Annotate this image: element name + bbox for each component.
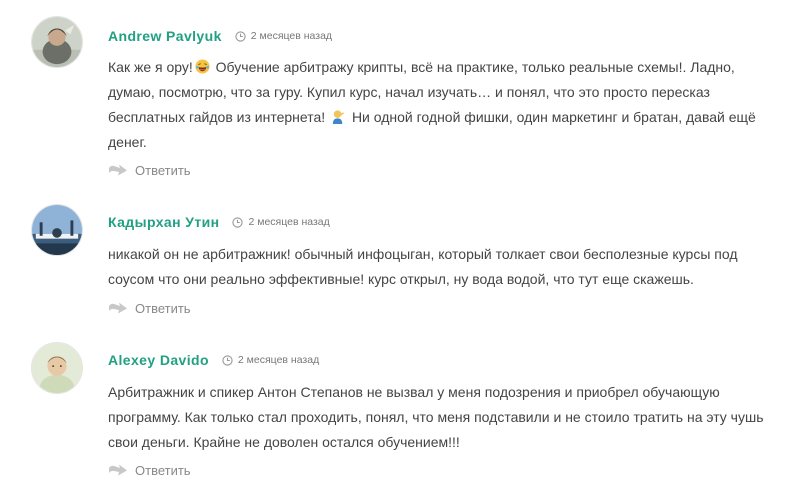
comment-meta: Andrew Pavlyuk 2 месяцев назад <box>108 26 332 46</box>
reply-arrow-icon <box>108 301 128 315</box>
comment-author[interactable]: Andrew Pavlyuk <box>108 28 222 44</box>
reply-label: Ответить <box>135 162 191 178</box>
comment-text-fragment: Как же я ору! <box>108 59 193 75</box>
comment-meta: Alexey Davido 2 месяцев назад <box>108 350 319 370</box>
comment-text-line: думаю, посмотрю, что за гуру. Купил курс… <box>108 84 710 100</box>
comment-text-line: никакой он не арбитражник! обычный инфоц… <box>108 246 738 262</box>
avatar[interactable] <box>31 16 83 68</box>
comment-text: Арбитражник и спикер Антон Степанов не в… <box>108 380 768 455</box>
reply-label: Ответить <box>135 300 191 316</box>
comments-list: Andrew Pavlyuk 2 месяцев назад Как же я … <box>0 0 810 490</box>
avatar[interactable] <box>31 204 83 256</box>
reply-label: Ответить <box>135 462 191 478</box>
comment-meta: Кадырхан Утин 2 месяцев назад <box>108 212 330 232</box>
comment-text-line: денег. <box>108 134 147 150</box>
laughing-emoji-icon <box>195 59 210 74</box>
comment-date: 2 месяцев назад <box>237 354 320 366</box>
comment-text-line: бесплатных гайдов из интернета! Ни одной… <box>108 105 768 130</box>
comment-date: 2 месяцев назад <box>248 216 330 228</box>
reply-button[interactable]: Ответить <box>108 161 191 179</box>
comment-text-fragment: Обучение арбитражу крипты, всё на практи… <box>215 59 735 75</box>
comment-text-line: Арбитражник и спикер Антон Степанов не в… <box>108 384 720 400</box>
comment-text-line: свои деньги. Крайне не доволен остался о… <box>108 434 460 450</box>
comment-author[interactable]: Кадырхан Утин <box>108 214 219 230</box>
clock-icon <box>222 354 233 366</box>
reply-button[interactable]: Ответить <box>108 461 191 479</box>
comment-text-fragment: Ни одной годной фишки, один маркетинг и … <box>351 109 756 125</box>
facepalm-emoji-icon <box>331 109 346 124</box>
avatar[interactable] <box>31 342 83 394</box>
comment-text-fragment: бесплатных гайдов из интернета! <box>108 109 326 125</box>
comment-text: Как же я ору! Обучение арбитражу крипты,… <box>108 55 768 155</box>
reply-arrow-icon <box>108 463 128 477</box>
clock-icon <box>232 216 244 228</box>
reply-button[interactable]: Ответить <box>108 299 191 317</box>
comment-author[interactable]: Alexey Davido <box>108 352 209 368</box>
comment-text-line: Как же я ору! Обучение арбитражу крипты,… <box>108 55 768 80</box>
comment-text-line: соусом что они реально эффективные! курс… <box>108 271 694 287</box>
reply-arrow-icon <box>108 163 128 177</box>
comment-date: 2 месяцев назад <box>250 30 333 42</box>
comment-text-line: программу. Как только стал проходить, по… <box>108 409 764 425</box>
comment-text: никакой он не арбитражник! обычный инфоц… <box>108 242 768 292</box>
clock-icon <box>235 30 246 42</box>
